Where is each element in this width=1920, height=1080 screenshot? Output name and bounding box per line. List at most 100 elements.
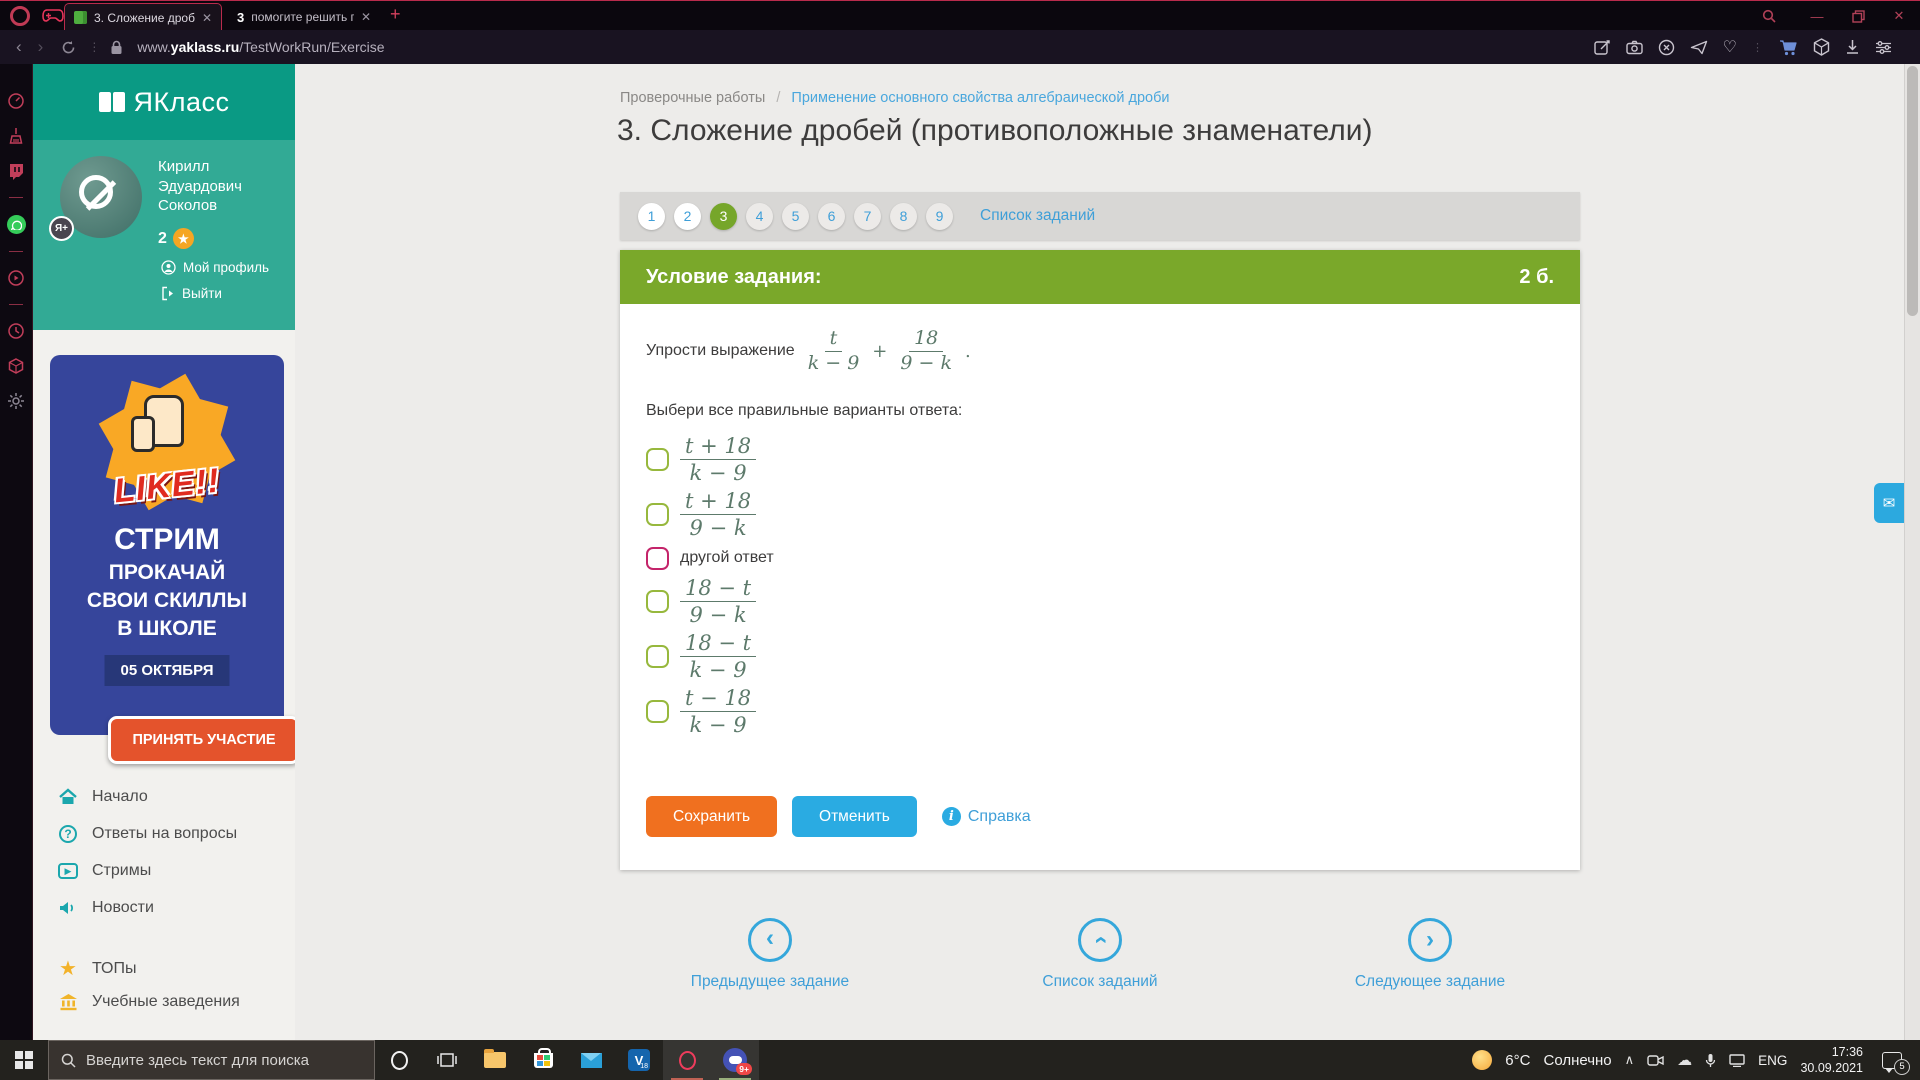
minimize-button[interactable]: — xyxy=(1804,4,1830,28)
pager-item-8[interactable]: 8 xyxy=(890,203,917,230)
notification-center-icon[interactable]: 5 xyxy=(1882,1052,1902,1069)
cancel-button[interactable]: Отменить xyxy=(792,796,917,837)
tab-close-icon[interactable]: ✕ xyxy=(202,11,212,25)
taskbar-opera-icon[interactable] xyxy=(375,1040,423,1080)
prev-task-nav[interactable]: › Предыдущее задание xyxy=(660,918,880,991)
pin-edit-icon[interactable] xyxy=(1594,39,1611,56)
checkbox[interactable] xyxy=(646,448,669,471)
gx-gamepad-icon[interactable] xyxy=(42,7,64,23)
downloads-icon[interactable] xyxy=(1845,39,1860,55)
meet-now-icon[interactable] xyxy=(1647,1054,1664,1067)
onedrive-cloud-icon[interactable]: ☁ xyxy=(1677,1051,1692,1069)
taskbar-operagx-icon[interactable] xyxy=(663,1040,711,1080)
pager-item-9[interactable]: 9 xyxy=(926,203,953,230)
breadcrumb-current-link[interactable]: Применение основного свойства алгебраиче… xyxy=(791,90,1169,106)
microphone-icon[interactable] xyxy=(1705,1053,1716,1068)
close-button[interactable]: ✕ xyxy=(1886,4,1912,28)
menu-item-news[interactable]: Новости xyxy=(57,899,154,917)
file-explorer-icon[interactable] xyxy=(471,1040,519,1080)
chevron-up-icon[interactable]: › xyxy=(1078,918,1122,962)
shopping-cart-icon[interactable] xyxy=(1778,39,1798,56)
task-list-link[interactable]: Список заданий xyxy=(980,207,1095,225)
gx-cleaner-broom-icon[interactable] xyxy=(7,127,25,145)
player-icon[interactable] xyxy=(7,269,25,287)
history-clock-icon[interactable] xyxy=(7,322,25,340)
network-icon[interactable] xyxy=(1729,1054,1745,1067)
settings-gear-icon[interactable] xyxy=(7,392,25,410)
help-link[interactable]: i Справка xyxy=(942,807,1031,826)
mail-app-icon[interactable] xyxy=(567,1040,615,1080)
weather-temp[interactable]: 6°C xyxy=(1505,1052,1530,1069)
settings-sliders-icon[interactable] xyxy=(1875,40,1892,55)
twitch-icon[interactable] xyxy=(7,162,25,180)
join-button[interactable]: ПРИНЯТЬ УЧАСТИЕ xyxy=(108,716,300,764)
menu-item-tops[interactable]: ★ ТОПы xyxy=(57,956,137,981)
browser-search-icon[interactable] xyxy=(1756,4,1782,28)
url-field[interactable]: www.yaklass.ru/TestWorkRun/Exercise xyxy=(137,39,384,55)
tab-title: 3. Сложение дробей (про xyxy=(94,11,195,25)
breadcrumb-root[interactable]: Проверочные работы xyxy=(620,90,765,106)
language-indicator[interactable]: ENG xyxy=(1758,1053,1787,1068)
start-button[interactable] xyxy=(0,1040,48,1080)
extensions-box-icon[interactable] xyxy=(7,357,25,375)
feedback-mail-widget[interactable]: ✉ xyxy=(1874,483,1904,523)
gx-speeddial-icon[interactable] xyxy=(7,92,25,110)
ms-store-icon[interactable] xyxy=(519,1040,567,1080)
pager-item-1[interactable]: 1 xyxy=(638,203,665,230)
weather-condition[interactable]: Солнечно xyxy=(1543,1052,1611,1069)
page-scrollbar[interactable] xyxy=(1904,64,1920,1040)
yaklass-header[interactable]: ЯКласс xyxy=(33,64,295,140)
checkbox[interactable] xyxy=(646,645,669,668)
logout-link[interactable]: Выйти xyxy=(161,286,222,301)
save-button[interactable]: Сохранить xyxy=(646,796,777,837)
checkbox[interactable] xyxy=(646,503,669,526)
pager-item-4[interactable]: 4 xyxy=(746,203,773,230)
reload-icon[interactable] xyxy=(61,40,76,55)
next-task-nav[interactable]: › Следующее задание xyxy=(1320,918,1540,991)
chevron-left-icon[interactable]: › xyxy=(748,918,792,962)
scrollbar-thumb[interactable] xyxy=(1907,66,1918,316)
option-fraction: t + 18 k − 9 xyxy=(680,434,756,485)
chevron-right-icon[interactable]: › xyxy=(1408,918,1452,962)
tab-yaklass[interactable]: 3. Сложение дробей (про ✕ xyxy=(64,3,222,31)
myflow-icon[interactable] xyxy=(1690,40,1708,55)
sidebar-divider xyxy=(9,197,23,198)
taskview-icon[interactable] xyxy=(423,1040,471,1080)
level-star-icon: ★ xyxy=(173,228,194,249)
tab-mailru[interactable]: 3 помогите решить пожалу ✕ xyxy=(228,3,380,31)
thumbs-up-icon xyxy=(144,395,184,447)
search-input[interactable] xyxy=(86,1052,346,1069)
weather-sun-icon[interactable] xyxy=(1472,1050,1492,1070)
clock[interactable]: 17:36 30.09.2021 xyxy=(1800,1044,1863,1077)
tray-chevron-icon[interactable]: ∧ xyxy=(1625,1052,1635,1068)
menu-item-home[interactable]: Начало xyxy=(57,788,148,806)
pager-item-6[interactable]: 6 xyxy=(818,203,845,230)
checkbox[interactable] xyxy=(646,700,669,723)
back-icon[interactable]: ‹ xyxy=(16,37,22,57)
taskbar-search[interactable] xyxy=(48,1040,375,1080)
menu-item-schools[interactable]: Учебные заведения xyxy=(57,993,240,1011)
vegas-app-icon[interactable]: V18 xyxy=(615,1040,663,1080)
pager-item-3-active[interactable]: 3 xyxy=(710,203,737,230)
menu-item-answers[interactable]: ? Ответы на вопросы xyxy=(57,825,237,843)
menu-item-streams[interactable]: ▶ Стримы xyxy=(57,862,151,880)
pager-item-7[interactable]: 7 xyxy=(854,203,881,230)
discord-icon[interactable]: 9+ xyxy=(711,1040,759,1080)
checkbox[interactable] xyxy=(646,547,669,570)
bookmark-heart-icon[interactable]: ♡ xyxy=(1723,37,1737,57)
pager-item-5[interactable]: 5 xyxy=(782,203,809,230)
my-profile-link[interactable]: Мой профиль xyxy=(161,260,269,275)
task-list-nav[interactable]: › Список заданий xyxy=(990,918,1210,991)
snapshot-camera-icon[interactable] xyxy=(1626,40,1643,55)
adblock-icon[interactable] xyxy=(1658,39,1675,56)
new-tab-button[interactable]: + xyxy=(390,4,401,25)
whatsapp-icon[interactable] xyxy=(7,215,26,234)
ad-banner[interactable]: LIKE!! СТРИМ ПРОКАЧАЙ СВОИ СКИЛЛЫ В ШКОЛ… xyxy=(50,355,284,735)
tab-close-icon[interactable]: ✕ xyxy=(361,10,371,24)
restore-button[interactable] xyxy=(1845,4,1871,28)
pager-item-2[interactable]: 2 xyxy=(674,203,701,230)
forward-icon[interactable]: › xyxy=(38,37,44,57)
extensions-cube-icon[interactable] xyxy=(1813,38,1830,56)
checkbox[interactable] xyxy=(646,590,669,613)
opera-logo-icon[interactable] xyxy=(10,6,30,26)
